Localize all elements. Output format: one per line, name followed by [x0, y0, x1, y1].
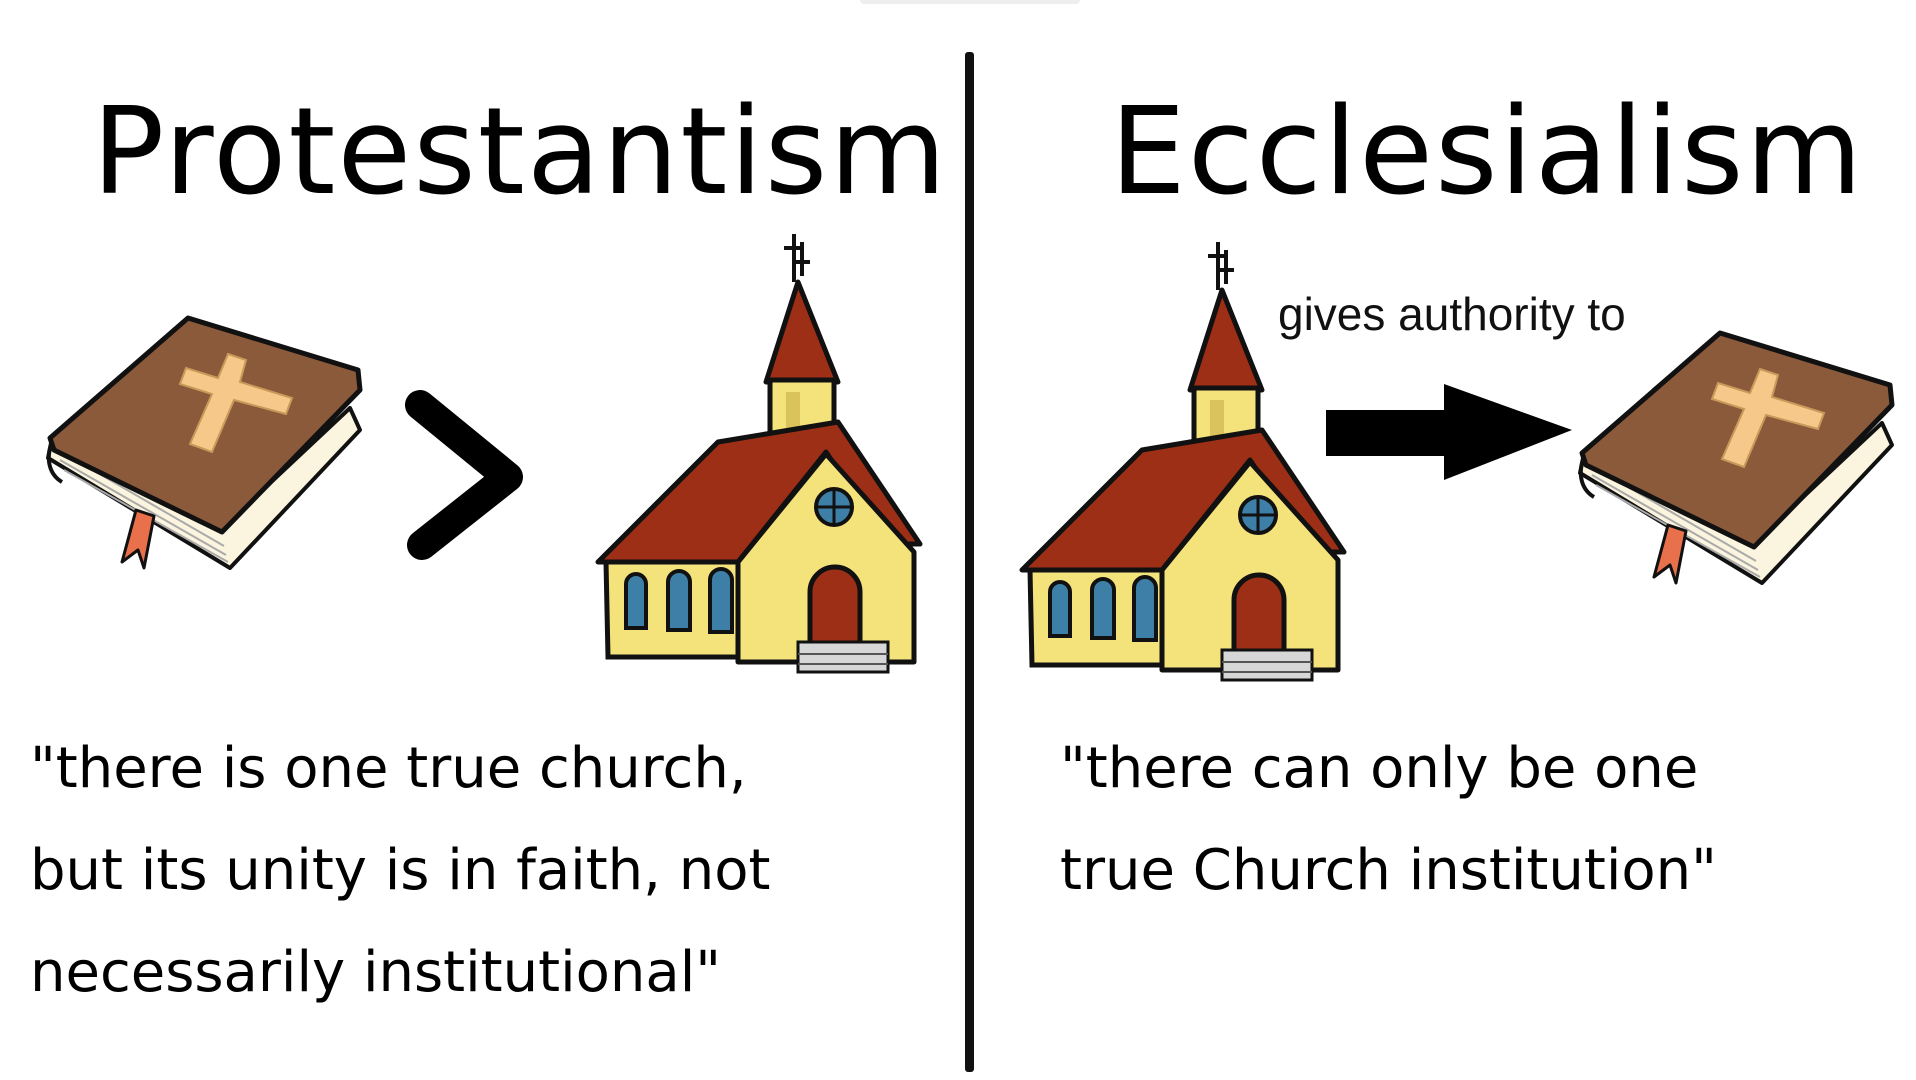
greater-than-symbol: [405, 390, 523, 560]
church-icon: [595, 234, 923, 674]
quote-line: "there is one true church,: [30, 736, 747, 801]
protestantism-quote: "there is one true church, but its unity …: [30, 718, 770, 1024]
quote-line: "there can only be one: [1060, 736, 1699, 801]
panel-divider: [965, 52, 974, 1072]
right-arrow-icon: [1326, 384, 1572, 480]
bible-icon: [1578, 330, 1895, 585]
quote-line: but its unity is in faith, not: [30, 838, 771, 903]
quote-line: true Church institution": [1060, 838, 1717, 903]
bible-icon: [46, 315, 363, 570]
ecclesialism-title: Ecclesialism: [1110, 83, 1865, 222]
protestantism-title: Protestantism: [92, 83, 949, 222]
ecclesialism-quote: "there can only be one true Church instit…: [1060, 718, 1717, 922]
quote-line: necessarily institutional": [30, 940, 722, 1005]
top-tab-decoration: [860, 0, 1080, 4]
